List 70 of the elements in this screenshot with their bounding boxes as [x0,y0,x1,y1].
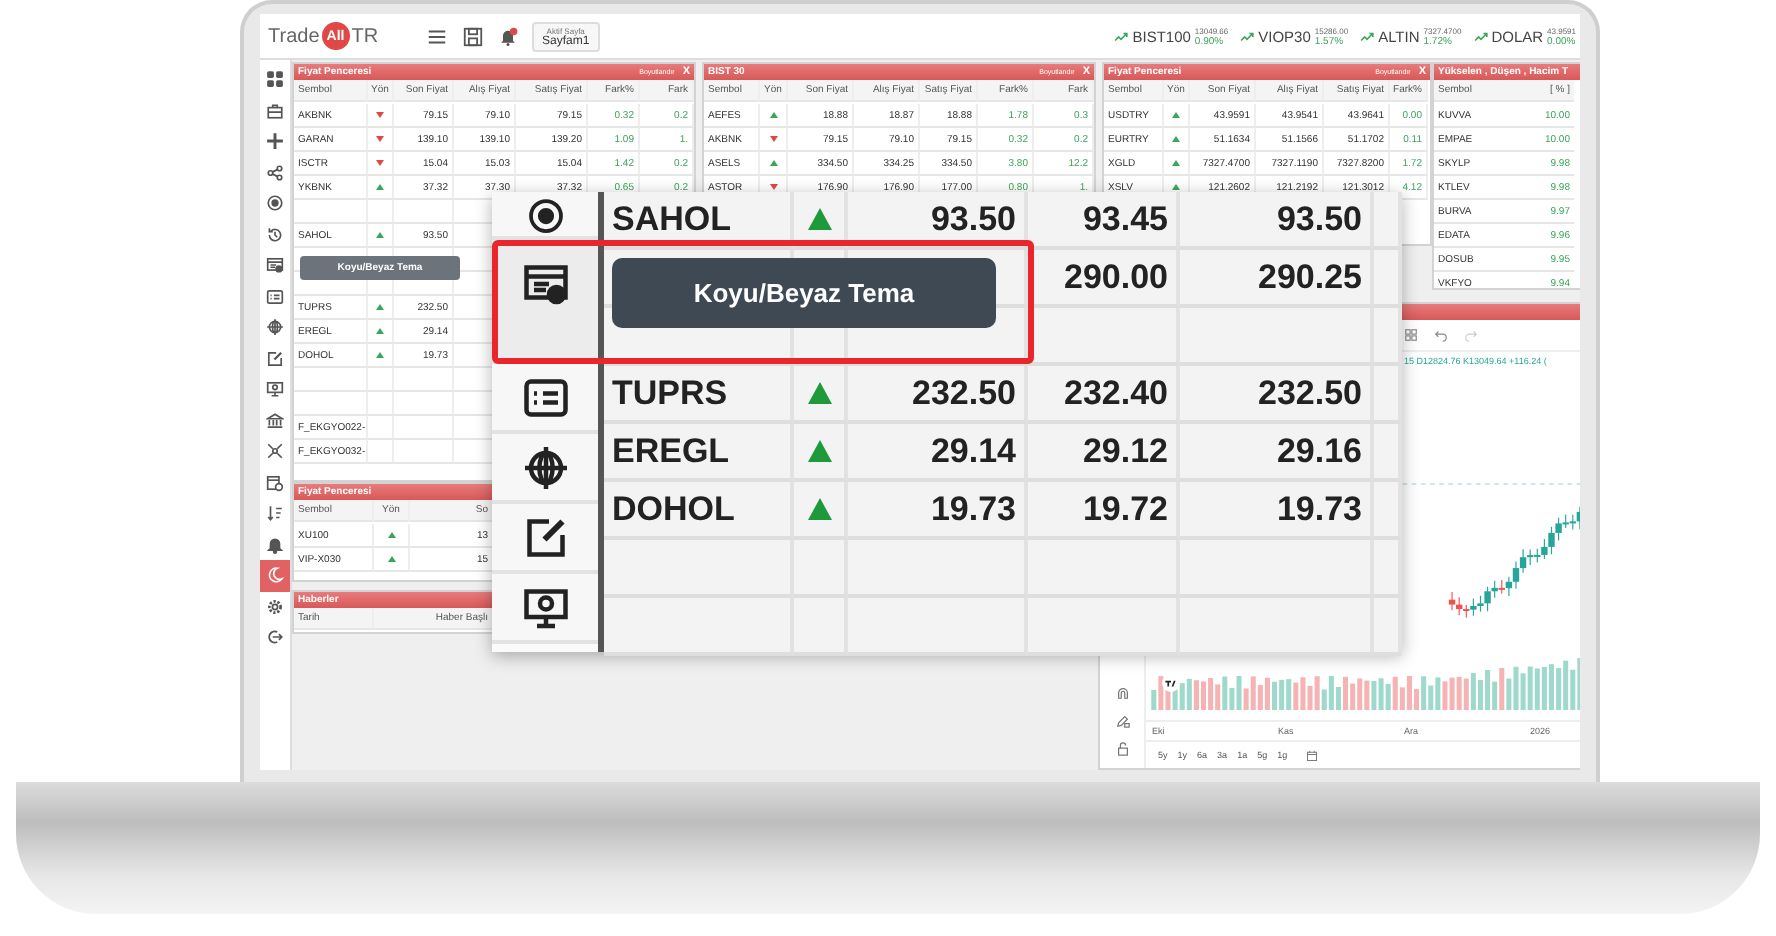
table-cell: 232.50 [848,366,1028,424]
table-cell [294,368,368,392]
gear-icon [266,597,284,616]
globe-icon [266,318,284,337]
trend-up-icon [1240,31,1255,41]
network-icon [266,442,284,461]
table-cell [294,200,368,224]
sidebar-button[interactable] [260,560,290,591]
table-cell: 232.40 [1028,366,1180,424]
moon-icon [266,566,284,585]
table-cell: 19.72 [1028,482,1180,540]
history-icon [266,225,284,244]
calendar-icon [266,473,284,492]
window-icon [521,260,569,308]
magnet-icon[interactable] [1115,686,1129,700]
table-cell: 290.00 [1028,250,1180,308]
symbol-cell: EREGL [604,424,794,482]
trend-up-icon [1473,31,1488,41]
notification-bell-icon[interactable] [498,25,518,47]
table-cell: 19.73 [848,482,1028,540]
save-icon[interactable] [462,25,484,47]
table-cell: 93.45 [1028,192,1180,250]
table-cell: 19.73 [1180,482,1374,540]
plus-icon [266,132,284,151]
trend-up-icon [1360,31,1375,41]
lock-icon[interactable] [1115,742,1129,756]
menu-icon[interactable] [426,25,448,47]
monitor-icon [521,583,569,631]
list-icon [266,287,284,306]
table-cell [294,392,368,416]
table-cell [1374,250,1402,308]
table-cell: 93.50 [1180,192,1374,250]
window-icon [266,256,284,275]
table-cell: 29.14 [848,424,1028,482]
symbol-cell: DOHOL [604,482,794,540]
grid-icon [266,70,284,89]
table-cell [1374,482,1402,540]
bell-icon [266,535,284,554]
table-cell [368,416,394,440]
table-cell: 29.16 [1180,424,1374,482]
list-icon [521,373,569,421]
tooltip: Koyu/Beyaz Tema [612,258,996,328]
undo-icon[interactable] [1434,328,1448,342]
layout-grid-icon[interactable] [1404,328,1418,342]
table-cell [1374,424,1402,482]
sort-icon [266,504,284,523]
table-cell [794,598,848,656]
table-cell [1374,540,1402,598]
chart-logo-icon [1162,674,1180,692]
pencil-lock-icon[interactable] [1115,714,1129,728]
table-cell [368,440,394,464]
table-cell: 93.50 [848,192,1028,250]
nodes-icon [266,163,284,182]
calendar-icon[interactable] [1305,749,1318,761]
globe-icon [521,443,569,491]
bank-icon [266,411,284,430]
symbol-cell: TUPRS [604,366,794,424]
monitor-icon [266,380,284,399]
briefcase-icon [266,101,284,120]
table-cell [1374,192,1402,250]
edit-icon [266,349,284,368]
table-cell [368,392,394,416]
table-cell: 290.25 [1180,250,1374,308]
trend-up-icon [1114,31,1129,41]
logout-icon [266,628,284,647]
edit-icon [521,513,569,561]
table-cell [1374,366,1402,424]
table-cell [1374,598,1402,656]
table-cell: 232.50 [1180,366,1374,424]
table-cell: 29.12 [1028,424,1180,482]
